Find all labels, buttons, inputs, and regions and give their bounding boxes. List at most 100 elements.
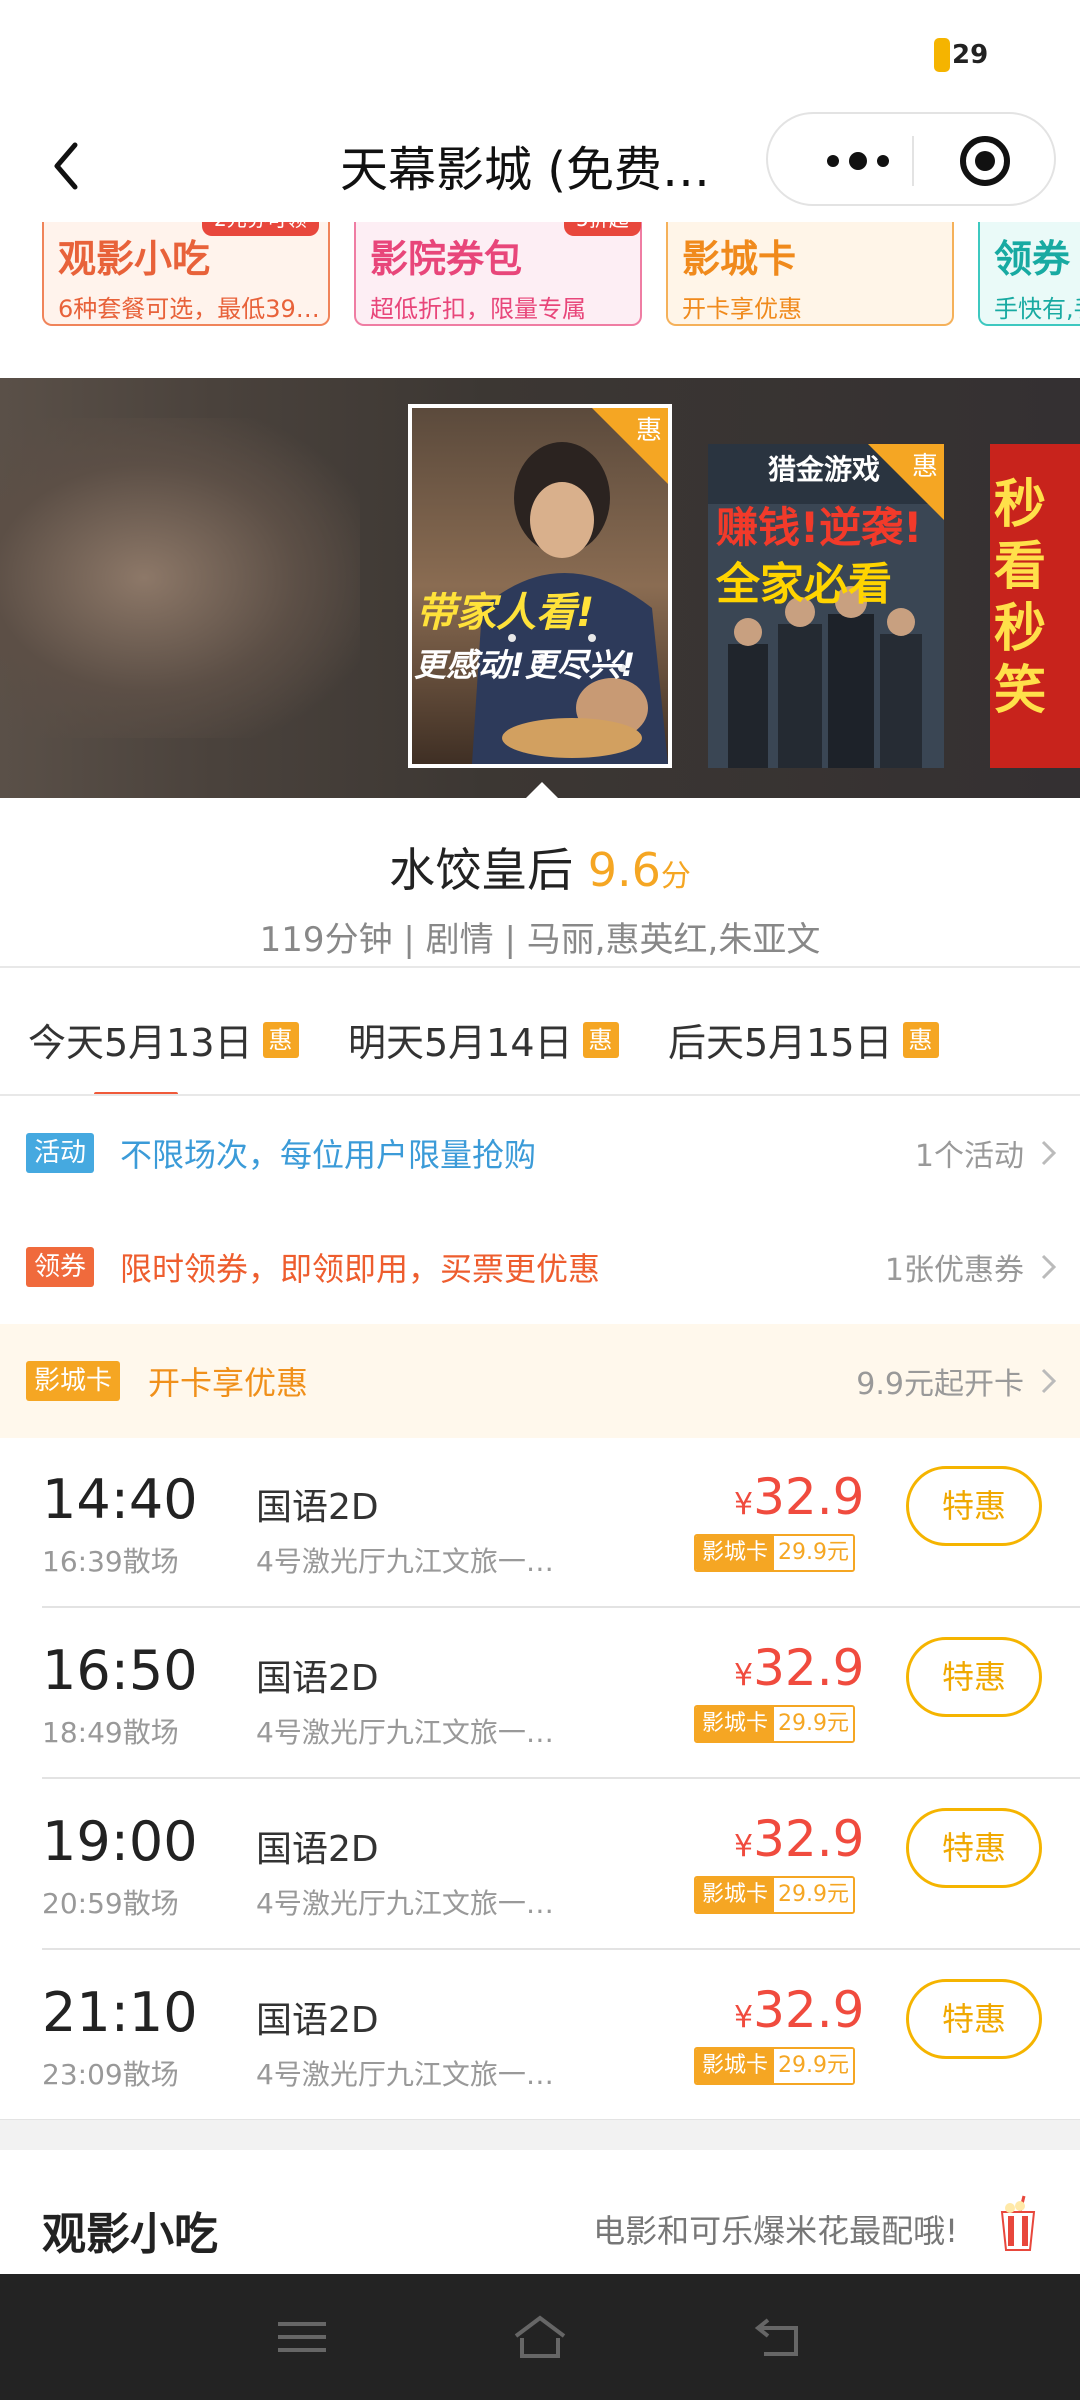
target-icon[interactable]	[958, 134, 1012, 188]
feature-tag: 5折起	[564, 222, 641, 236]
chevron-right-icon	[1041, 1254, 1057, 1280]
tab-day-after[interactable]: 后天5月15日 惠	[668, 1012, 939, 1067]
ticket-price: ¥32.9	[734, 1639, 864, 1697]
promo-coupon[interactable]: 领券 限时领券，即领即用，买票更优惠 1张优惠券	[0, 1210, 1080, 1324]
start-time: 19:00	[42, 1810, 198, 1873]
poster-carousel[interactable]: 带家人看! 更感动!更尽兴! 惠 猎金游戏 赚钱!逆袭! 全家必看 惠 秒 看 …	[0, 378, 1080, 798]
discount-badge: 惠	[902, 1021, 939, 1058]
feature-card-cinema-card[interactable]: 影城卡 开卡享优惠	[666, 222, 954, 326]
cinema-card-badge: 影城卡	[26, 1361, 121, 1401]
promo-text: 开卡享优惠	[148, 1364, 309, 1402]
currency-symbol: ¥	[734, 1487, 754, 1522]
tab-label: 今天5月13日	[28, 1021, 253, 1065]
card-price-tag: 影城卡 29.9元	[694, 1534, 856, 1572]
poster-slogan: 更感动!更尽兴!	[414, 646, 636, 684]
end-time: 16:39散场	[42, 1545, 179, 1578]
end-time: 18:49散场	[42, 1716, 179, 1749]
poster-slogan: 秒 看 秒 笑	[994, 474, 1046, 722]
section-title: 观影小吃	[42, 2209, 218, 2260]
start-time: 16:50	[42, 1639, 198, 1702]
home-icon[interactable]	[510, 2312, 570, 2362]
special-deal-button[interactable]: 特惠	[906, 1637, 1042, 1717]
popcorn-cup-icon	[1000, 2195, 1036, 2251]
divider	[42, 1606, 1080, 1608]
showtime-row[interactable]: 19:00 20:59散场 国语2D 4号激光厅九江文旅一… ¥32.9 影城卡…	[0, 1780, 1080, 1950]
poster-title: 猎金游戏	[768, 453, 881, 486]
currency-symbol: ¥	[734, 1658, 754, 1693]
card-price-label: 影城卡	[696, 1536, 775, 1570]
special-deal-button[interactable]: 特惠	[906, 1979, 1042, 2059]
feature-card-coupon-pack[interactable]: 影院券包 超低折扣，限量专属	[354, 222, 642, 326]
status-bar: 29	[0, 0, 1080, 110]
back-arrow-icon[interactable]	[750, 2312, 810, 2362]
special-deal-button[interactable]: 特惠	[906, 1808, 1042, 1888]
end-time: 20:59散场	[42, 1887, 179, 1920]
poster-item[interactable]: 猎金游戏 赚钱!逆袭! 全家必看 惠	[708, 444, 944, 768]
card-price-label: 影城卡	[696, 2049, 775, 2083]
language-format: 国语2D	[256, 1487, 379, 1528]
poster-char: 秒	[994, 475, 1047, 535]
showtime-row[interactable]: 16:50 18:49散场 国语2D 4号激光厅九江文旅一… ¥32.9 影城卡…	[0, 1609, 1080, 1779]
start-time: 21:10	[42, 1981, 198, 2044]
mini-program-capsule	[766, 112, 1056, 206]
card-price-value: 29.9元	[774, 1707, 854, 1741]
discount-badge: 惠	[911, 452, 938, 482]
chevron-right-icon	[1041, 1368, 1057, 1394]
menu-icon[interactable]	[272, 2312, 332, 2362]
card-price-label: 影城卡	[696, 1878, 775, 1912]
poster-char: 笑	[994, 661, 1047, 721]
feature-card-get-coupons[interactable]: 领券 手快有,手	[978, 222, 1080, 326]
feature-card-snacks[interactable]: 观影小吃 6种套餐可选，最低39…	[42, 222, 330, 326]
spacer	[0, 326, 1080, 378]
promo-count: 1张优惠券	[884, 1253, 1024, 1288]
promo-activity[interactable]: 活动 不限场次，每位用户限量抢购 1个活动	[0, 1096, 1080, 1210]
movie-info: 水饺皇后 9.6分 119分钟 | 剧情 | 马丽,惠英红,朱亚文	[0, 798, 1080, 968]
poster-slogan: 带家人看!	[416, 590, 595, 636]
feature-title: 领券	[994, 237, 1071, 281]
snacks-section[interactable]: 观影小吃 电影和可乐爆米花最配哦!	[0, 2150, 1080, 2274]
divider	[42, 1777, 1080, 1779]
hall-name: 4号激光厅九江文旅一…	[256, 2058, 554, 2091]
card-price-tag: 影城卡 29.9元	[694, 2047, 856, 2085]
system-nav-bar	[0, 2274, 1080, 2400]
feature-tag-clip: 5折起	[560, 222, 660, 236]
date-tabs: 今天5月13日 惠 明天5月14日 惠 后天5月15日 惠	[0, 968, 1080, 1096]
price-value: 32.9	[753, 1468, 865, 1526]
tab-tomorrow[interactable]: 明天5月14日 惠	[348, 1012, 619, 1067]
coupon-badge: 领券	[26, 1247, 95, 1287]
feature-tag: 2元券可领	[202, 222, 319, 236]
movie-meta: 119分钟 | 剧情 | 马丽,惠英红,朱亚文	[259, 920, 821, 960]
language-format: 国语2D	[256, 1658, 379, 1699]
end-time: 23:09散场	[42, 2058, 179, 2091]
feature-title: 观影小吃	[58, 237, 211, 281]
card-price-label: 影城卡	[696, 1707, 775, 1741]
language-format: 国语2D	[256, 2000, 379, 2041]
price-value: 32.9	[753, 1810, 865, 1868]
poster-selected[interactable]: 带家人看! 更感动!更尽兴! 惠	[408, 404, 672, 768]
back-button[interactable]	[36, 132, 96, 200]
hall-name: 4号激光厅九江文旅一…	[256, 1716, 554, 1749]
special-deal-button[interactable]: 特惠	[906, 1466, 1042, 1546]
divider	[42, 1948, 1080, 1950]
more-dots-icon	[827, 152, 889, 170]
tab-today[interactable]: 今天5月13日 惠	[28, 1012, 299, 1067]
poster-item[interactable]: 秒 看 秒 笑	[990, 444, 1080, 768]
feature-tag-clip: 2元券可领	[140, 222, 340, 236]
showtime-row[interactable]: 14:40 16:39散场 国语2D 4号激光厅九江文旅一… ¥32.9 影城卡…	[0, 1438, 1080, 1608]
showtime-row[interactable]: 21:10 23:09散场 国语2D 4号激光厅九江文旅一… ¥32.9 影城卡…	[0, 1951, 1080, 2121]
capsule-divider	[912, 136, 914, 186]
more-button[interactable]	[808, 144, 908, 178]
card-price-tag: 影城卡 29.9元	[694, 1876, 856, 1914]
movie-score: 9.6	[587, 843, 661, 897]
feature-cards: 观影小吃 6种套餐可选，最低39… 影院券包 超低折扣，限量专属 影城卡 开卡享…	[0, 222, 1080, 326]
promo-cinema-card[interactable]: 影城卡 开卡享优惠 9.9元起开卡	[0, 1324, 1080, 1438]
price-value: 32.9	[753, 1639, 865, 1697]
currency-symbol: ¥	[734, 1829, 754, 1864]
card-price-value: 29.9元	[774, 1536, 854, 1570]
nav-bar: 天幕影城 (免费…	[0, 110, 1080, 222]
section-subtitle: 电影和可乐爆米花最配哦!	[593, 2212, 958, 2250]
promo-count: 9.9元起开卡	[856, 1367, 1024, 1402]
currency-symbol: ¥	[734, 2000, 754, 2035]
hall-name: 4号激光厅九江文旅一…	[256, 1545, 554, 1578]
promo-text: 不限场次，每位用户限量抢购	[120, 1136, 537, 1174]
